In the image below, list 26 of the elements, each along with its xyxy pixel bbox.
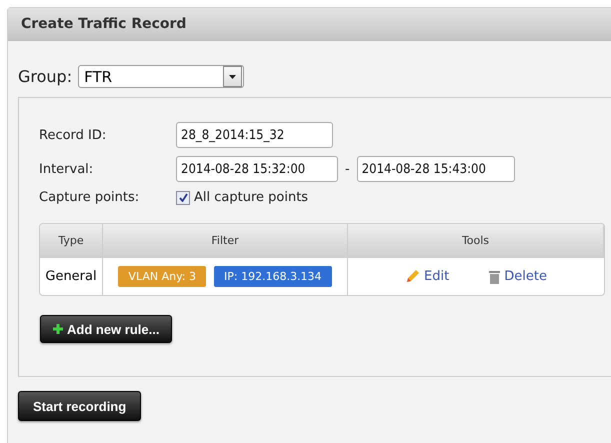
record-id-field[interactable]: 28_8_2014:15_32 bbox=[176, 122, 333, 148]
interval-label: Interval: bbox=[39, 162, 94, 176]
column-header: Tools bbox=[348, 224, 604, 257]
group-label: Group: bbox=[18, 67, 72, 86]
edit-link[interactable]: Edit bbox=[405, 269, 450, 284]
interval-start-field[interactable]: 2014-08-28 15:32:00 bbox=[176, 156, 338, 182]
filter-tag: IP: 192.168.3.134 bbox=[214, 266, 332, 287]
start-recording-button[interactable]: Start recording bbox=[18, 391, 142, 421]
pencil-icon bbox=[405, 269, 420, 284]
add-rule-button[interactable]: Add new rule... bbox=[40, 315, 172, 343]
panel-title: Create Traffic Record bbox=[21, 16, 186, 32]
table-cell: General bbox=[40, 257, 103, 295]
checkbox[interactable] bbox=[176, 190, 190, 204]
capture-points-label: Capture points: bbox=[39, 190, 140, 205]
trash-icon bbox=[489, 270, 500, 284]
interval-separator: - bbox=[345, 162, 350, 176]
interval-end-field[interactable]: 2014-08-28 15:43:00 bbox=[356, 156, 515, 182]
checkbox-label: All capture points bbox=[194, 190, 308, 205]
record-id-label: Record ID: bbox=[39, 128, 108, 142]
delete-link[interactable]: Delete bbox=[489, 269, 547, 284]
column-header: Filter bbox=[103, 224, 348, 257]
plus-icon bbox=[53, 324, 63, 334]
group-select[interactable]: FTR bbox=[78, 65, 244, 88]
column-header: Type bbox=[40, 224, 103, 257]
dropdown-icon bbox=[229, 74, 236, 78]
filter-tag: VLAN Any: 3 bbox=[118, 266, 206, 287]
